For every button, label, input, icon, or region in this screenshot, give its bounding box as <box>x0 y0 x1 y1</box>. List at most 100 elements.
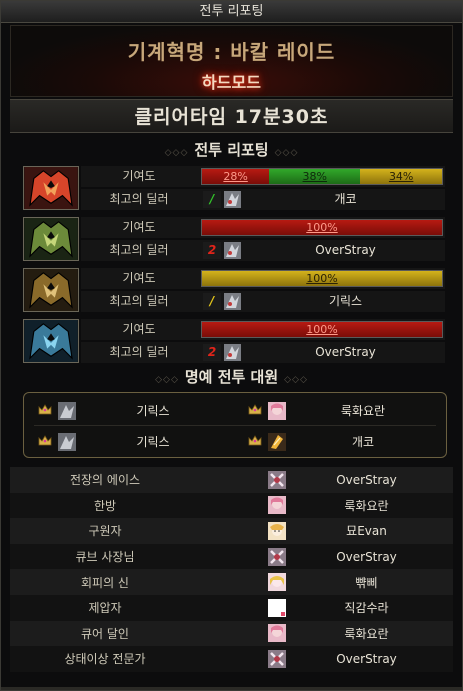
crown-icon <box>248 404 262 415</box>
contribution-bar: 100% <box>201 270 443 287</box>
character-portrait-icon <box>268 433 286 451</box>
best-dealer-row: 최고의 딜러 / 개코 <box>81 189 445 210</box>
award-row[interactable]: 큐어 달인 룩화요란 <box>10 620 453 647</box>
crown-icon <box>38 404 52 415</box>
divider <box>34 425 436 426</box>
award-title: 한방 <box>93 498 117 513</box>
best-dealer-row: 최고의 딜러 / 기릭스 <box>81 291 445 312</box>
party-row: 기여도 100% 최고의 딜러 / 기릭스 <box>23 268 445 312</box>
honor-section-header: ◇◇◇ 명예 전투 대원 ◇◇◇ <box>10 365 453 389</box>
contribution-label: 기여도 <box>122 271 156 285</box>
ornament-icon: ◇◇◇ <box>155 375 179 385</box>
award-winner: 묘Evan <box>346 524 387 539</box>
best-dealer-label: 최고의 딜러 <box>109 192 169 206</box>
contribution-row: 기여도 100% <box>81 268 445 289</box>
award-row[interactable]: 회피의 신 뺚삐 <box>10 569 453 595</box>
raid-header: 기계혁명 : 바칼 레이드 하드모드 <box>10 25 453 97</box>
contribution-row: 기여도 100% <box>81 217 445 238</box>
award-title: 큐어 달인 <box>81 626 129 641</box>
character-portrait-icon <box>224 293 241 310</box>
award-row[interactable]: 제압자 직감수라 <box>10 594 453 621</box>
honor-member[interactable]: 기릭스 <box>28 399 230 423</box>
character-portrait-icon <box>268 649 286 668</box>
best-dealer-row: 최고의 딜러 2 OverStray <box>81 342 445 363</box>
award-title: 구원자 <box>88 524 122 539</box>
party-row: 기여도 28% 38% 34% 최고의 딜러 / 개코 <box>23 166 445 210</box>
best-dealer-name[interactable]: OverStray <box>246 342 445 363</box>
honor-member-name: 기릭스 <box>136 435 170 449</box>
report-section-title: 전투 리포팅 <box>194 141 269 159</box>
best-dealer-row: 최고의 딜러 2 OverStray <box>81 240 445 261</box>
best-dealer-name[interactable]: 기릭스 <box>246 291 445 312</box>
ornament-icon: ◇◇◇ <box>164 148 189 158</box>
award-title: 전장의 에이스 <box>69 473 141 488</box>
battle-report-window: 전투 리포팅 기계혁명 : 바칼 레이드 하드모드 클리어타임 17분30초 ◇… <box>0 0 463 691</box>
award-row[interactable]: 한방 룩화요란 <box>10 492 453 519</box>
award-title: 제압자 <box>88 601 122 616</box>
character-portrait-icon <box>268 624 286 643</box>
crown-icon <box>248 435 262 446</box>
award-row[interactable]: 큐브 사장님 OverStray <box>10 543 453 570</box>
best-dealer-name[interactable]: 개코 <box>246 189 445 210</box>
contribution-segment: 34% <box>360 169 442 184</box>
class-badge-icon: 2 <box>203 344 221 361</box>
class-badge-icon: / <box>203 293 221 310</box>
character-portrait-icon <box>224 191 241 208</box>
party-row: 기여도 100% 최고의 딜러 2 OverStray <box>23 217 445 261</box>
honor-member[interactable]: 기릭스 <box>28 430 230 454</box>
character-portrait-icon <box>58 433 76 451</box>
award-title: 큐브 사장님 <box>75 550 135 565</box>
honor-member-name: 룩화요란 <box>340 404 386 418</box>
raid-name: 기계혁명 : 바칼 레이드 <box>127 40 336 64</box>
honor-member-name: 기릭스 <box>136 404 170 418</box>
award-row[interactable]: 전장의 에이스 OverStray <box>10 467 453 493</box>
award-title: 상태이상 전문가 <box>64 652 146 667</box>
award-winner: 뺚삐 <box>355 575 378 590</box>
character-portrait-icon <box>268 547 286 566</box>
character-portrait-icon <box>224 344 241 361</box>
best-dealer-label: 최고의 딜러 <box>109 345 169 359</box>
character-portrait-icon <box>268 402 286 420</box>
gold-mech-crest-icon <box>23 268 79 312</box>
honor-section-title: 명예 전투 대원 <box>184 368 279 386</box>
award-title: 회피의 신 <box>81 575 129 590</box>
character-portrait-icon <box>268 496 286 515</box>
character-portrait-icon <box>58 402 76 420</box>
contribution-row: 기여도 28% 38% 34% <box>81 166 445 187</box>
character-portrait-icon <box>224 242 241 259</box>
honor-member[interactable]: 룩화요란 <box>238 399 440 423</box>
contribution-row: 기여도 100% <box>81 319 445 340</box>
ornament-icon: ◇◇◇ <box>274 148 299 158</box>
award-winner: 직감수라 <box>344 601 389 616</box>
contribution-segment: 38% <box>269 169 361 184</box>
divider <box>1 687 462 690</box>
award-row[interactable]: 구원자 묘Evan <box>10 518 453 544</box>
award-winner: 룩화요란 <box>344 498 389 513</box>
awards-list: 전장의 에이스 OverStray 한방 룩화요란 구원자 묘Evan 큐브 사… <box>10 467 453 672</box>
honor-member[interactable]: 개코 <box>238 430 440 454</box>
report-section-header: ◇◇◇ 전투 리포팅 ◇◇◇ <box>10 138 453 162</box>
character-portrait-icon <box>268 470 286 489</box>
best-dealer-name[interactable]: OverStray <box>246 240 445 261</box>
award-winner: 룩화요란 <box>344 626 389 641</box>
award-winner: OverStray <box>336 651 397 666</box>
party-row: 기여도 100% 최고의 딜러 2 OverStray <box>23 319 445 363</box>
red-mech-crest-icon <box>23 166 79 210</box>
contribution-segment: 28% <box>202 169 270 184</box>
award-winner: OverStray <box>336 549 397 564</box>
contribution-bar: 28% 38% 34% <box>201 168 443 185</box>
contribution-segment: 100% <box>202 322 442 337</box>
best-dealer-label: 최고의 딜러 <box>109 243 169 257</box>
class-badge-icon: 2 <box>203 242 221 259</box>
class-badge-icon: / <box>203 191 221 208</box>
character-portrait-icon <box>268 573 286 592</box>
contribution-label: 기여도 <box>122 322 156 336</box>
award-row[interactable]: 상태이상 전문가 OverStray <box>10 646 453 672</box>
clear-time: 클리어타임 17분30초 <box>10 99 453 133</box>
contribution-bar: 100% <box>201 219 443 236</box>
honor-members-box: 기릭스 룩화요란 기릭스 개코 <box>23 392 447 458</box>
ornament-icon: ◇◇◇ <box>284 375 308 385</box>
contribution-label: 기여도 <box>122 169 156 183</box>
honor-member-name: 개코 <box>351 435 375 449</box>
best-dealer-label: 최고의 딜러 <box>109 294 169 308</box>
